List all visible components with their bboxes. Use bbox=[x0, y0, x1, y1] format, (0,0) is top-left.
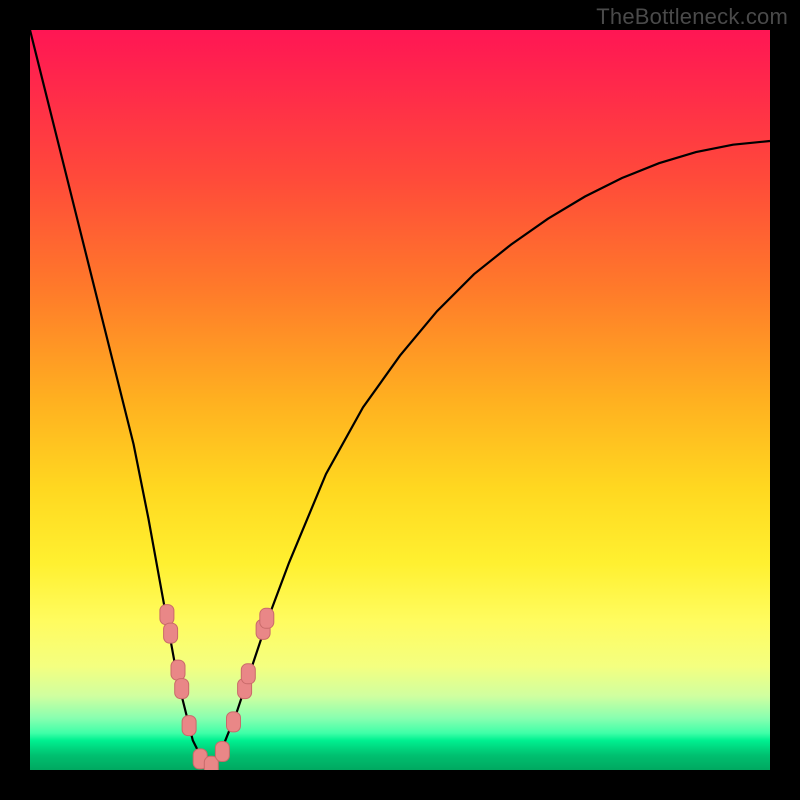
curve-marker bbox=[164, 623, 178, 643]
curve-marker bbox=[160, 605, 174, 625]
chart-frame: TheBottleneck.com bbox=[0, 0, 800, 800]
curve-marker bbox=[215, 742, 229, 762]
plot-area bbox=[30, 30, 770, 770]
curve-marker bbox=[171, 660, 185, 680]
curve-marker bbox=[175, 679, 189, 699]
curve-marker bbox=[260, 608, 274, 628]
curve-marker bbox=[241, 664, 255, 684]
curve-marker bbox=[182, 716, 196, 736]
curve-layer bbox=[30, 30, 770, 770]
bottleneck-curve bbox=[30, 30, 770, 770]
watermark-text: TheBottleneck.com bbox=[596, 4, 788, 30]
curve-marker bbox=[227, 712, 241, 732]
curve-markers bbox=[160, 605, 274, 770]
